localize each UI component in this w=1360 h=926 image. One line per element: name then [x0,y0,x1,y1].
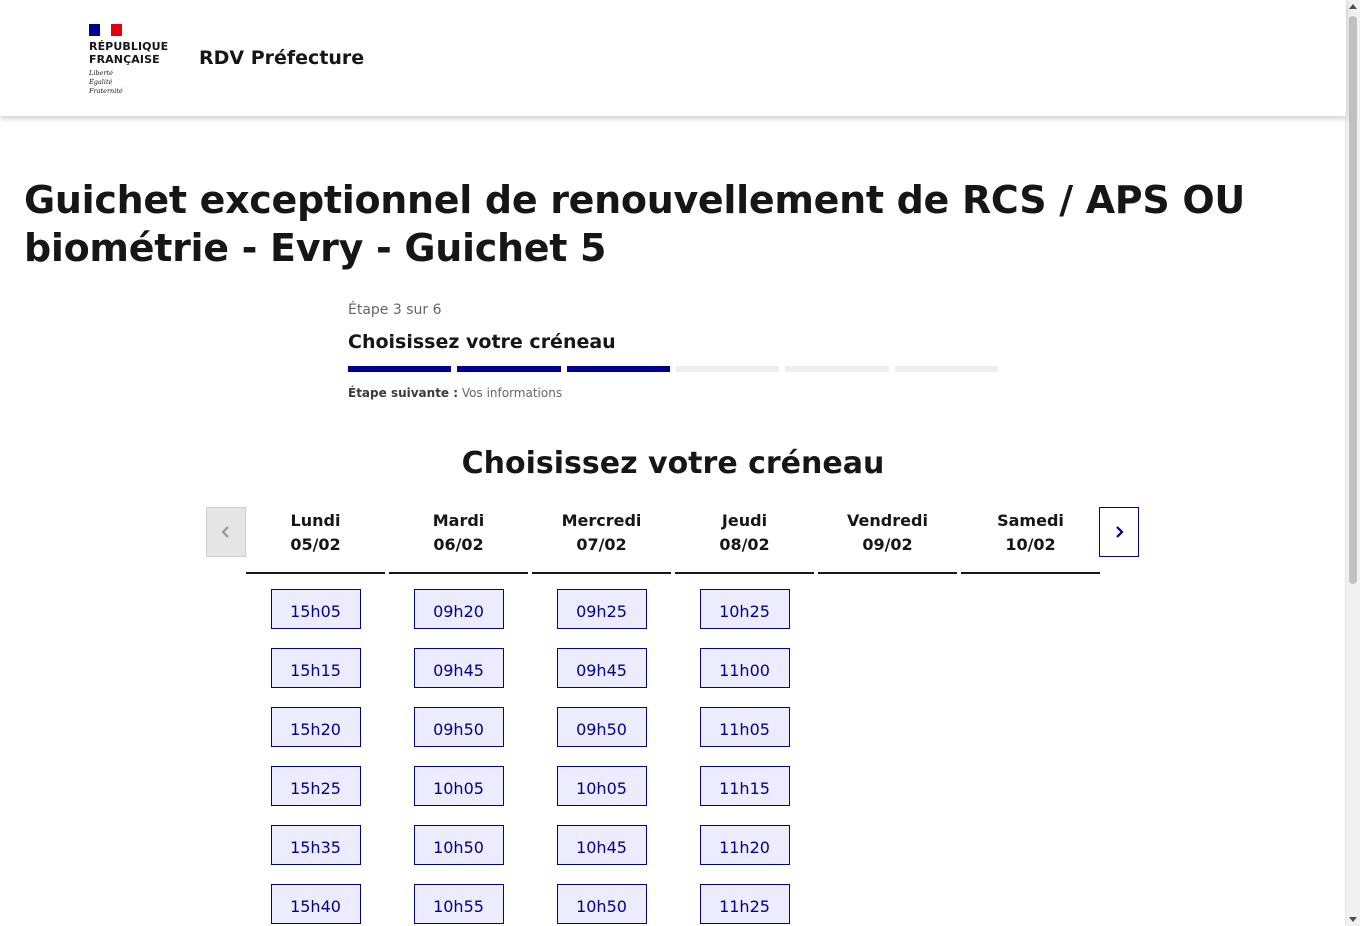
next-step-info: Étape suivante : Vos informations [348,386,998,400]
republique-francaise-logo[interactable]: RÉPUBLIQUE FRANÇAISE Liberté Égalité Fra… [89,24,168,96]
logo-line-2: FRANÇAISE [89,53,160,66]
step-segment [348,366,452,372]
scroll-down-arrow-icon[interactable] [1349,917,1357,922]
day-name: Samedi [997,511,1064,530]
day-name: Mercredi [561,511,642,530]
vertical-scrollbar[interactable] [1345,0,1360,926]
day-column: Lundi 05/02 15h05 15h15 15h20 15h25 15h35 15h40 [246,508,385,924]
time-slot-button[interactable]: 11h25 [699,884,790,924]
next-step-label: Étape suivante : [348,386,459,400]
time-slot-button[interactable]: 09h50 [413,707,504,747]
time-slot-button[interactable]: 10h05 [556,766,647,806]
day-header: Mardi 06/02 [389,508,528,574]
slot-list [818,574,957,589]
time-slot-button[interactable]: 15h35 [270,825,361,865]
day-date: 07/02 [576,535,627,554]
day-header: Mercredi 07/02 [532,508,671,574]
time-slot-button[interactable]: 09h50 [556,707,647,747]
motto-fraternite: Fraternité [89,87,123,95]
day-column: Vendredi 09/02 [818,508,957,924]
previous-days-button[interactable] [206,507,246,557]
slot-list: 09h25 09h45 09h50 10h05 10h45 10h50 [532,574,671,924]
step-progress-bar [348,366,998,372]
step-state: Étape 3 sur 6 [348,302,442,318]
motto-egalite: Égalité [89,78,113,86]
time-slot-button[interactable]: 09h25 [556,589,647,629]
step-segment [894,366,998,372]
time-slot-button[interactable]: 15h40 [270,884,361,924]
step-segment [785,366,889,372]
time-slot-button[interactable]: 10h45 [556,825,647,865]
stepper: Étape 3 sur 6 Choisissez votre créneau É… [348,300,998,400]
day-date: 05/02 [290,535,341,554]
day-column: Mercredi 07/02 09h25 09h45 09h50 10h05 10h45 10… [532,508,671,924]
step-title: Choisissez votre créneau [348,331,616,353]
slot-list: 15h05 15h15 15h20 15h25 15h35 15h40 [246,574,385,924]
time-slot-button[interactable]: 11h15 [699,766,790,806]
next-step-value: Vos informations [461,386,563,400]
time-slot-button[interactable]: 15h15 [270,648,361,688]
time-slot-button[interactable]: 15h20 [270,707,361,747]
time-slot-button[interactable]: 09h45 [556,648,647,688]
time-slot-button[interactable]: 10h50 [556,884,647,924]
day-date: 10/02 [1005,535,1056,554]
logo-line-1: RÉPUBLIQUE [89,40,169,53]
time-slot-button[interactable]: 10h05 [413,766,504,806]
slot-list [961,574,1100,589]
day-date: 09/02 [862,535,913,554]
day-header: Lundi 05/02 [246,508,385,574]
site-header: RÉPUBLIQUE FRANÇAISE Liberté Égalité Fra… [0,0,1346,116]
motto-liberte: Liberté [89,69,113,77]
time-slot-button[interactable]: 10h25 [699,589,790,629]
logo-motto: Liberté Égalité Fraternité [89,69,168,96]
day-name: Vendredi [847,511,928,530]
slot-list: 10h25 11h00 11h05 11h15 11h20 11h25 [675,574,814,924]
day-header: Vendredi 09/02 [818,508,957,574]
time-slot-button[interactable]: 11h05 [699,707,790,747]
slot-list: 09h20 09h45 09h50 10h05 10h50 10h55 [389,574,528,924]
chevron-left-icon [221,526,229,538]
time-slot-button[interactable]: 11h00 [699,648,790,688]
day-date: 08/02 [719,535,770,554]
french-flag-icon [89,24,122,36]
logo-text: RÉPUBLIQUE FRANÇAISE [89,40,168,66]
slots-title: Choisissez votre créneau [461,446,885,481]
day-header: Samedi 10/02 [961,508,1100,574]
time-slot-button[interactable]: 10h50 [413,825,504,865]
time-slot-button[interactable]: 15h25 [270,766,361,806]
day-name: Jeudi [721,511,768,530]
time-slot-button[interactable]: 09h45 [413,648,504,688]
time-slot-button[interactable]: 10h55 [413,884,504,924]
day-name: Lundi [290,511,341,530]
day-column: Mardi 06/02 09h20 09h45 09h50 10h05 10h50 10h55 [389,508,528,924]
scroll-up-arrow-icon[interactable] [1349,4,1357,9]
service-title[interactable]: RDV Préfecture [199,47,364,69]
step-segment [566,366,670,372]
step-segment [457,366,561,372]
time-slot-button[interactable]: 15h05 [270,589,361,629]
day-column: Samedi 10/02 [961,508,1100,924]
scrollbar-thumb[interactable] [1349,16,1357,584]
day-name: Mardi [432,511,485,530]
day-date: 06/02 [433,535,484,554]
next-days-button[interactable] [1099,507,1139,557]
day-column: Jeudi 08/02 10h25 11h00 11h05 11h15 11h20 11h25 [675,508,814,924]
chevron-right-icon [1116,526,1124,538]
page-title: Guichet exceptionnel de renouvellement d… [24,178,1245,270]
day-header: Jeudi 08/02 [675,508,814,574]
day-columns: Lundi 05/02 15h05 15h15 15h20 15h25 15h35 15h40… [246,508,1100,924]
step-segment [675,366,780,372]
time-slot-button[interactable]: 09h20 [413,589,504,629]
time-slot-button[interactable]: 11h20 [699,825,790,865]
